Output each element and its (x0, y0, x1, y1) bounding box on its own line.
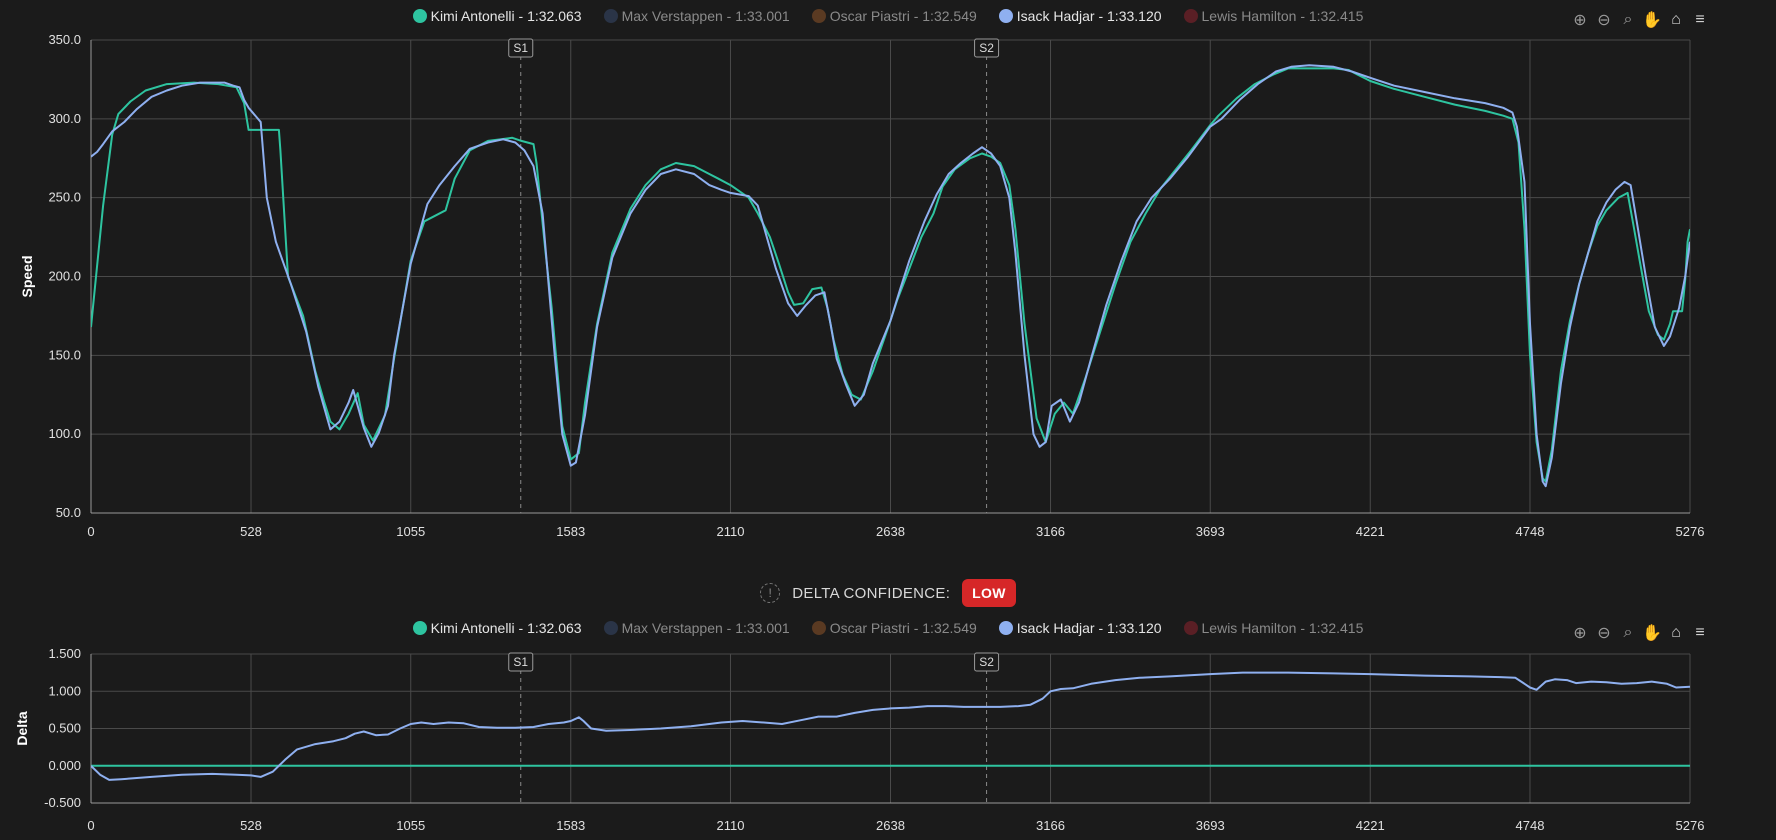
y-tick-label: 0.500 (48, 721, 81, 736)
x-tick-label: 4748 (1516, 818, 1545, 833)
y-tick-label: 0.000 (48, 758, 81, 773)
x-tick-label: 1055 (396, 818, 425, 833)
x-tick-label: 4221 (1356, 818, 1385, 833)
sector-marker-label: S1 (513, 655, 528, 669)
x-tick-label: 1583 (556, 818, 585, 833)
y-tick-label: 350.0 (48, 32, 81, 47)
y-tick-label: 200.0 (48, 269, 81, 284)
y-axis-title: Delta (14, 711, 30, 745)
confidence-badge: LOW (962, 579, 1016, 607)
x-tick-label: 4748 (1516, 524, 1545, 539)
x-tick-label: 2110 (716, 818, 744, 833)
x-tick-label: 528 (240, 818, 262, 833)
x-tick-label: 5276 (1676, 524, 1705, 539)
delta-chart[interactable]: 1.500 1.000 0.500 0.000 -0.500 0 528 1055 1583 21… (0, 620, 1776, 840)
x-tick-label: 5276 (1676, 818, 1705, 833)
x-tick-label: 2110 (716, 524, 744, 539)
x-tick-label: 0 (87, 524, 94, 539)
x-tick-label: 1055 (396, 524, 425, 539)
x-tick-label: 3166 (1036, 818, 1065, 833)
warning-icon: ! (760, 583, 781, 603)
speed-chart[interactable]: 350.0 300.0 250.0 200.0 150.0 100.0 50.0 0 528 10… (0, 0, 1776, 560)
y-tick-label: 250.0 (48, 190, 81, 205)
sector-marker-label: S2 (979, 655, 994, 669)
x-tick-label: 3693 (1196, 818, 1225, 833)
x-tick-label: 0 (87, 818, 94, 833)
x-tick-label: 2638 (876, 818, 905, 833)
y-tick-label: 50.0 (56, 505, 81, 520)
x-tick-label: 528 (240, 524, 262, 539)
confidence-label: DELTA CONFIDENCE: (792, 584, 951, 602)
y-tick-label: 300.0 (48, 111, 81, 126)
y-tick-label: 150.0 (48, 347, 81, 362)
y-tick-label: 1.500 (48, 646, 81, 661)
x-tick-label: 4221 (1356, 524, 1385, 539)
x-tick-label: 3166 (1036, 524, 1065, 539)
delta-confidence: ! DELTA CONFIDENCE: LOW (0, 578, 1776, 608)
y-tick-label: 1.000 (48, 683, 81, 698)
x-tick-label: 2638 (876, 524, 905, 539)
sector-marker-label: S1 (513, 41, 528, 55)
y-tick-label: -0.500 (44, 795, 81, 810)
y-axis-title: Speed (19, 255, 35, 297)
sector-marker-label: S2 (979, 41, 994, 55)
x-tick-label: 1583 (556, 524, 585, 539)
y-tick-label: 100.0 (48, 426, 81, 441)
x-tick-label: 3693 (1196, 524, 1225, 539)
